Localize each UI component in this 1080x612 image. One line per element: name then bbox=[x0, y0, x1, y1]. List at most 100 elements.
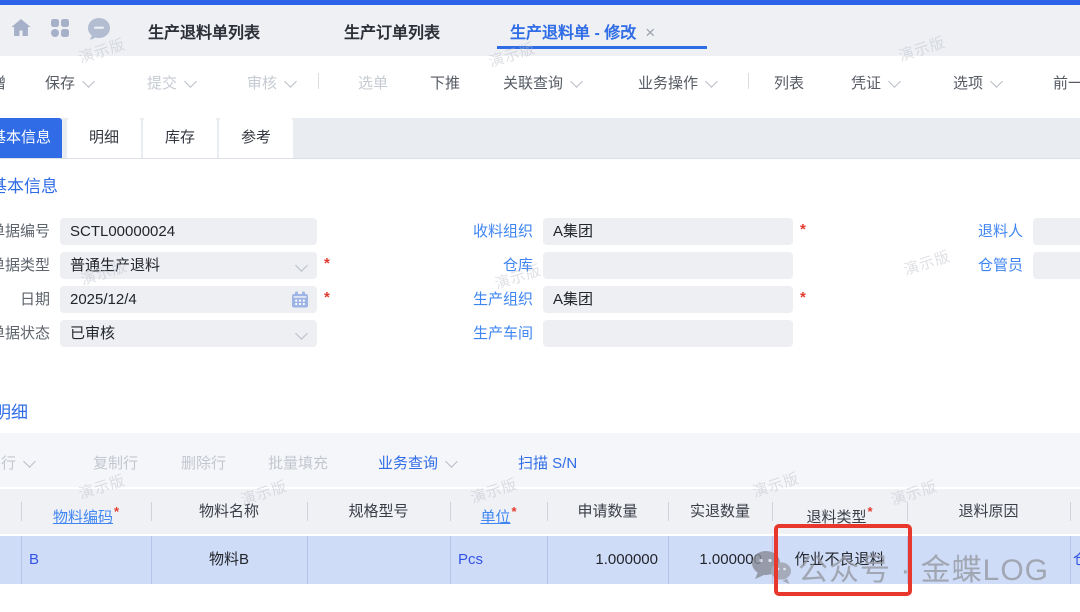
cell-return-type[interactable]: 作业不良退料 bbox=[772, 536, 907, 584]
voucher-button[interactable]: 凭证 bbox=[851, 72, 899, 93]
bill-type-label: 单据类型 bbox=[0, 252, 50, 279]
related-query-button[interactable]: 关联查询 bbox=[503, 72, 581, 93]
production-org-field[interactable]: A集团 bbox=[543, 286, 793, 313]
tab-reference[interactable]: 参考 bbox=[219, 118, 293, 158]
audit-button[interactable]: 审核 bbox=[247, 72, 295, 93]
cell-material-name[interactable]: 物料B bbox=[151, 536, 307, 584]
cell-material-code[interactable]: B bbox=[29, 536, 39, 584]
business-query-label: 业务查询 bbox=[378, 455, 438, 472]
toolbar-divider bbox=[748, 73, 749, 89]
detail-toolbar: 增行 复制行 删除行 批量填充 业务查询 扫描 S/N bbox=[0, 433, 1080, 487]
add-row-button[interactable]: 增行 bbox=[0, 452, 34, 473]
tab-detail[interactable]: 明细 bbox=[67, 118, 141, 158]
col-header-actual-qty[interactable]: 实退数量 bbox=[668, 489, 772, 534]
required-mark: * bbox=[511, 504, 516, 519]
cell-next-column-partial[interactable]: 仓 bbox=[1073, 536, 1080, 584]
options-label: 选项 bbox=[953, 75, 983, 92]
warehouse-field[interactable] bbox=[543, 252, 793, 279]
add-row-label: 增行 bbox=[0, 455, 16, 472]
new-button[interactable]: 新增 bbox=[0, 72, 6, 93]
tab-production-return-list[interactable]: 生产退料单列表 bbox=[148, 19, 260, 43]
apps-grid-icon[interactable] bbox=[48, 16, 74, 42]
col-header-material-name[interactable]: 物料名称 bbox=[151, 489, 307, 534]
chevron-down-icon bbox=[570, 75, 583, 88]
tab-production-return-edit[interactable]: 生产退料单 - 修改× bbox=[510, 19, 655, 43]
cell-actual-qty[interactable]: 1.000000 bbox=[668, 536, 762, 584]
chevron-down-icon bbox=[295, 327, 308, 340]
delete-row-button[interactable]: 删除行 bbox=[181, 452, 226, 473]
warehouse-keeper-label[interactable]: 仓管员 bbox=[923, 252, 1023, 279]
col-header-spec[interactable]: 规格型号 bbox=[307, 489, 450, 534]
chevron-down-icon bbox=[888, 75, 901, 88]
message-icon[interactable] bbox=[86, 16, 112, 42]
chevron-down-icon bbox=[705, 75, 718, 88]
business-operation-button[interactable]: 业务操作 bbox=[638, 72, 716, 93]
cell-spec[interactable] bbox=[307, 536, 450, 584]
tab-basic-info[interactable]: 基本信息 bbox=[0, 118, 62, 158]
returner-label[interactable]: 退料人 bbox=[923, 218, 1023, 245]
date-label: 日期 bbox=[0, 286, 50, 313]
chevron-down-icon bbox=[445, 455, 458, 468]
receiving-org-label[interactable]: 收料组织 bbox=[433, 218, 533, 245]
col-header-return-type[interactable]: 退料类型* bbox=[772, 489, 907, 534]
toolbar-divider bbox=[318, 73, 319, 89]
tab-production-order-list[interactable]: 生产订单列表 bbox=[344, 19, 440, 43]
bill-type-select[interactable]: 普通生产退料 bbox=[60, 252, 317, 279]
return-type-header-label: 退料类型 bbox=[806, 509, 866, 526]
previous-button[interactable]: 前一张 bbox=[1053, 72, 1080, 93]
bill-no-value: SCTL00000024 bbox=[70, 218, 175, 245]
close-icon[interactable]: × bbox=[645, 23, 655, 42]
warehouse-label[interactable]: 仓库 bbox=[433, 252, 533, 279]
list-button[interactable]: 列表 bbox=[774, 72, 804, 93]
material-code-header-link[interactable]: 物料编码 bbox=[53, 509, 113, 526]
detail-table-header: 物料编码* 物料名称 规格型号 单位* 申请数量 实退数量 退料类型* 退料原因 bbox=[0, 489, 1080, 534]
chevron-down-icon bbox=[184, 75, 197, 88]
col-header-material-code[interactable]: 物料编码* bbox=[21, 489, 151, 534]
returner-field[interactable] bbox=[1033, 218, 1080, 245]
push-down-button[interactable]: 下推 bbox=[430, 72, 460, 93]
warehouse-keeper-field[interactable] bbox=[1033, 252, 1080, 279]
col-header-applied-qty[interactable]: 申请数量 bbox=[547, 489, 668, 534]
submit-button[interactable]: 提交 bbox=[147, 72, 195, 93]
home-icon[interactable] bbox=[9, 16, 35, 42]
chevron-down-icon bbox=[82, 75, 95, 88]
required-mark: * bbox=[800, 284, 806, 311]
tab-inventory[interactable]: 库存 bbox=[143, 118, 217, 158]
workshop-label[interactable]: 生产车间 bbox=[433, 320, 533, 347]
copy-row-button[interactable]: 复制行 bbox=[93, 452, 138, 473]
date-value: 2025/12/4 bbox=[70, 286, 137, 313]
basic-info-heading: 基本信息 bbox=[0, 172, 58, 197]
column-separator bbox=[1070, 502, 1071, 521]
cell-return-reason[interactable] bbox=[907, 536, 1070, 584]
production-org-label[interactable]: 生产组织 bbox=[433, 286, 533, 313]
save-button[interactable]: 保存 bbox=[45, 72, 93, 93]
options-button[interactable]: 选项 bbox=[953, 72, 1001, 93]
required-mark: * bbox=[867, 504, 872, 519]
cell-unit[interactable]: Pcs bbox=[458, 536, 483, 584]
bill-type-value: 普通生产退料 bbox=[70, 252, 160, 279]
unit-header-link[interactable]: 单位 bbox=[480, 509, 510, 526]
business-query-button[interactable]: 业务查询 bbox=[378, 452, 456, 473]
voucher-label: 凭证 bbox=[851, 75, 881, 92]
required-mark: * bbox=[800, 216, 806, 243]
table-row[interactable]: B 物料B Pcs 1.000000 1.000000 作业不良退料 仓 bbox=[0, 536, 1080, 584]
audit-label: 审核 bbox=[247, 75, 277, 92]
bill-status-select[interactable]: 已审核 bbox=[60, 320, 317, 347]
col-header-unit[interactable]: 单位* bbox=[450, 489, 547, 534]
cell-separator bbox=[450, 536, 451, 584]
required-mark: * bbox=[324, 284, 330, 311]
chevron-down-icon bbox=[990, 75, 1003, 88]
batch-fill-button[interactable]: 批量填充 bbox=[268, 452, 328, 473]
date-field[interactable]: 2025/12/4 bbox=[60, 286, 317, 313]
col-header-return-reason[interactable]: 退料原因 bbox=[907, 489, 1070, 534]
related-query-label: 关联查询 bbox=[503, 75, 563, 92]
required-mark: * bbox=[114, 504, 119, 519]
calendar-icon[interactable] bbox=[291, 291, 309, 313]
cell-applied-qty[interactable]: 1.000000 bbox=[547, 536, 658, 584]
scan-sn-button[interactable]: 扫描 S/N bbox=[518, 452, 577, 473]
pick-list-button[interactable]: 选单 bbox=[358, 72, 388, 93]
receiving-org-field[interactable]: A集团 bbox=[543, 218, 793, 245]
bill-no-field[interactable]: SCTL00000024 bbox=[60, 218, 317, 245]
workshop-field[interactable] bbox=[543, 320, 793, 347]
bill-status-label: 单据状态 bbox=[0, 320, 50, 347]
